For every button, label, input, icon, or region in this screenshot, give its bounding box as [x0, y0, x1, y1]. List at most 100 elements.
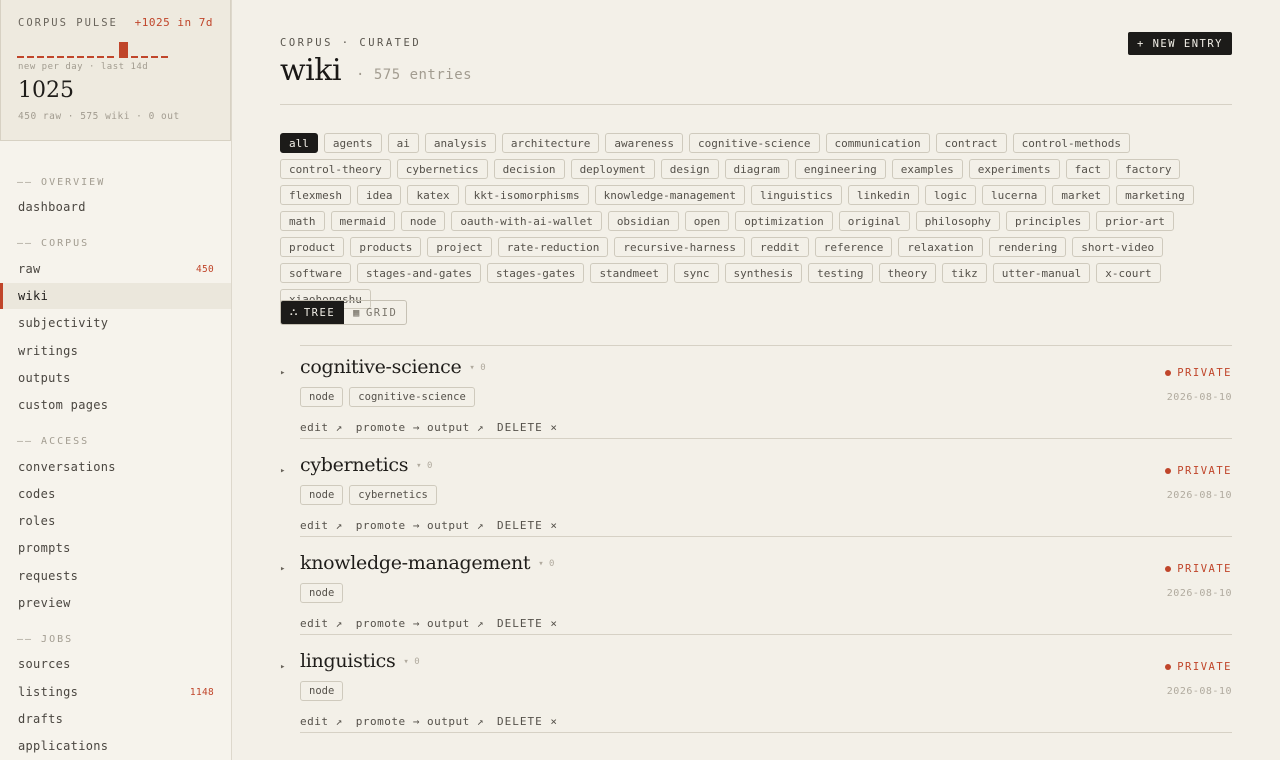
tag-filter-products[interactable]: products	[350, 237, 422, 257]
tag-filter-agents[interactable]: agents	[323, 133, 382, 153]
nav-item-dashboard[interactable]: dashboard	[0, 194, 231, 220]
tag-filter-control-theory[interactable]: control-theory	[280, 159, 391, 179]
nav-item-requests[interactable]: requests	[0, 563, 231, 589]
tag-filter-idea[interactable]: idea	[356, 185, 402, 205]
nav-item-roles[interactable]: roles	[0, 508, 231, 534]
delete-button[interactable]: DELETE ×	[497, 715, 558, 728]
entry-tag-chip[interactable]: node	[300, 681, 344, 701]
nav-item-preview[interactable]: preview	[0, 590, 231, 616]
nav-item-raw[interactable]: raw 450	[0, 256, 231, 282]
entry-tag-chip[interactable]: node	[300, 485, 344, 505]
tag-filter-all[interactable]: all	[280, 133, 318, 153]
tag-filter-contract[interactable]: contract	[935, 133, 1007, 153]
nav-item-sources[interactable]: sources	[0, 651, 231, 677]
tag-filter-tikz[interactable]: tikz	[942, 263, 987, 283]
edit-link[interactable]: edit ↗	[300, 617, 343, 630]
tag-filter-open[interactable]: open	[684, 211, 730, 231]
tag-filter-communication[interactable]: communication	[825, 133, 930, 153]
tag-filter-architecture[interactable]: architecture	[501, 133, 600, 153]
tag-filter-node[interactable]: node	[400, 211, 446, 231]
tag-filter-katex[interactable]: katex	[407, 185, 459, 205]
edit-link[interactable]: edit ↗	[300, 519, 343, 532]
tag-filter-market[interactable]: market	[1052, 185, 1111, 205]
tag-filter-stages-and-gates[interactable]: stages-and-gates	[356, 263, 481, 283]
promote-link[interactable]: promote → output ↗	[356, 421, 484, 434]
expand-caret-icon[interactable]: ▸	[280, 662, 285, 672]
tag-filter-fact[interactable]: fact	[1065, 159, 1111, 179]
delete-button[interactable]: DELETE ×	[497, 617, 558, 630]
delete-button[interactable]: DELETE ×	[497, 519, 558, 532]
nav-item-wiki[interactable]: wiki	[0, 283, 231, 309]
tag-filter-testing[interactable]: testing	[808, 263, 873, 283]
nav-item-conversations[interactable]: conversations	[0, 454, 231, 480]
tag-filter-examples[interactable]: examples	[891, 159, 963, 179]
tag-filter-optimization[interactable]: optimization	[735, 211, 833, 231]
entry-title[interactable]: knowledge-management ▾ 0	[300, 552, 554, 574]
nav-item-custom-pages[interactable]: custom pages	[0, 392, 231, 418]
tag-filter-product[interactable]: product	[280, 237, 345, 257]
tag-filter-engineering[interactable]: engineering	[794, 159, 886, 179]
tag-filter-diagram[interactable]: diagram	[724, 159, 789, 179]
nav-item-applications[interactable]: applications	[0, 733, 231, 759]
tag-filter-reference[interactable]: reference	[814, 237, 893, 257]
tag-filter-relaxation[interactable]: relaxation	[898, 237, 983, 257]
tag-filter-linguistics[interactable]: linguistics	[751, 185, 842, 205]
expand-caret-icon[interactable]: ▸	[280, 466, 285, 476]
nav-item-writings[interactable]: writings	[0, 338, 231, 364]
tag-filter-original[interactable]: original	[838, 211, 910, 231]
tag-filter-deployment[interactable]: deployment	[570, 159, 655, 179]
tag-filter-recursive-harness[interactable]: recursive-harness	[614, 237, 746, 257]
tag-filter-oauth-with-ai-wallet[interactable]: oauth-with-ai-wallet	[451, 211, 602, 231]
tag-filter-math[interactable]: math	[280, 211, 325, 231]
nav-item-subjectivity[interactable]: subjectivity	[0, 310, 231, 336]
tag-filter-awareness[interactable]: awareness	[605, 133, 683, 153]
expand-caret-icon[interactable]: ▸	[280, 564, 285, 574]
entry-tag-chip[interactable]: cybernetics	[349, 485, 437, 505]
nav-item-drafts[interactable]: drafts	[0, 706, 231, 732]
tag-filter-marketing[interactable]: marketing	[1116, 185, 1194, 205]
tag-filter-prior-art[interactable]: prior-art	[1096, 211, 1174, 231]
tag-filter-obsidian[interactable]: obsidian	[607, 211, 679, 231]
promote-link[interactable]: promote → output ↗	[356, 519, 484, 532]
tag-filter-knowledge-management[interactable]: knowledge-management	[594, 185, 746, 205]
edit-link[interactable]: edit ↗	[300, 421, 343, 434]
entry-tag-chip[interactable]: cognitive-science	[349, 387, 475, 407]
tag-filter-short-video[interactable]: short-video	[1072, 237, 1164, 257]
tag-filter-utter-manual[interactable]: utter-manual	[992, 263, 1091, 283]
tag-filter-cognitive-science[interactable]: cognitive-science	[688, 133, 820, 153]
tag-filter-experiments[interactable]: experiments	[968, 159, 1060, 179]
nav-item-prompts[interactable]: prompts	[0, 535, 231, 561]
tag-filter-reddit[interactable]: reddit	[751, 237, 809, 257]
tag-filter-stages-gates[interactable]: stages-gates	[486, 263, 585, 283]
entry-tag-chip[interactable]: node	[300, 583, 344, 603]
tag-filter-control-methods[interactable]: control-methods	[1012, 133, 1130, 153]
grid-view-button[interactable]: ▦ GRID	[344, 301, 406, 324]
tag-filter-synthesis[interactable]: synthesis	[724, 263, 803, 283]
nav-item-codes[interactable]: codes	[0, 481, 231, 507]
tag-filter-factory[interactable]: factory	[1116, 159, 1181, 179]
tag-filter-software[interactable]: software	[280, 263, 351, 283]
tag-filter-rendering[interactable]: rendering	[988, 237, 1067, 257]
tag-filter-sync[interactable]: sync	[674, 263, 719, 283]
tag-filter-lucerna[interactable]: lucerna	[982, 185, 1047, 205]
tag-filter-linkedin[interactable]: linkedin	[847, 185, 919, 205]
tree-view-button[interactable]: ⛬ TREE	[281, 301, 345, 324]
tag-filter-principles[interactable]: principles	[1006, 211, 1091, 231]
nav-item-listings[interactable]: listings 1148	[0, 679, 231, 705]
nav-item-outputs[interactable]: outputs	[0, 365, 231, 391]
tag-filter-design[interactable]: design	[660, 159, 719, 179]
tag-filter-kkt-isomorphisms[interactable]: kkt-isomorphisms	[464, 185, 589, 205]
tag-filter-philosophy[interactable]: philosophy	[915, 211, 1000, 231]
entry-title[interactable]: cognitive-science ▾ 0	[300, 356, 486, 378]
tag-filter-x-court[interactable]: x-court	[1096, 263, 1161, 283]
tag-filter-theory[interactable]: theory	[878, 263, 937, 283]
new-entry-button[interactable]: + NEW ENTRY	[1128, 32, 1232, 55]
entry-tag-chip[interactable]: node	[300, 387, 344, 407]
tag-filter-project[interactable]: project	[427, 237, 492, 257]
tag-filter-rate-reduction[interactable]: rate-reduction	[497, 237, 609, 257]
tag-filter-logic[interactable]: logic	[924, 185, 976, 205]
expand-caret-icon[interactable]: ▸	[280, 368, 285, 378]
promote-link[interactable]: promote → output ↗	[356, 715, 484, 728]
edit-link[interactable]: edit ↗	[300, 715, 343, 728]
promote-link[interactable]: promote → output ↗	[356, 617, 484, 630]
